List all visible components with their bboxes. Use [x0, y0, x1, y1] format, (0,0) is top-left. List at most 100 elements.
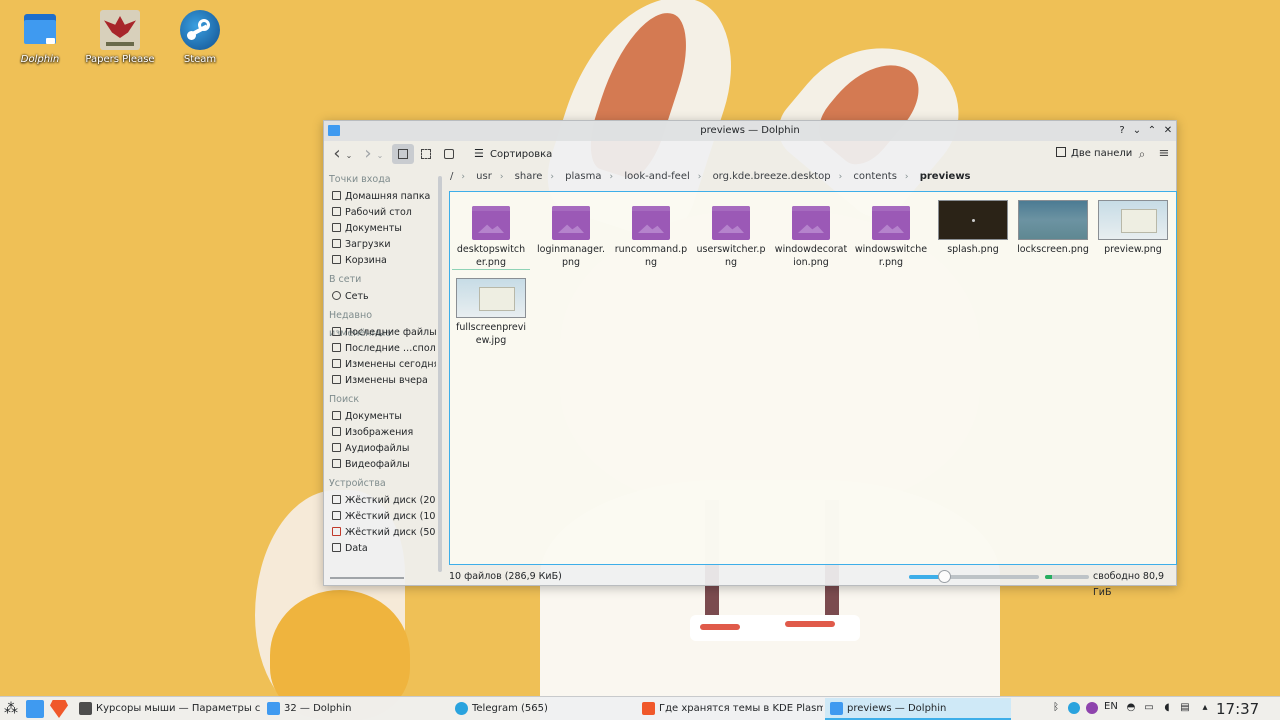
- chevron-down-icon[interactable]: ⌄: [375, 144, 385, 164]
- forward-button[interactable]: ›: [361, 144, 375, 164]
- chevron-right-icon: ›: [550, 172, 554, 182]
- sidebar-item-modified-today[interactable]: Изменены сегодня: [324, 357, 436, 373]
- breadcrumb-item[interactable]: org.kde.breeze.desktop: [713, 168, 831, 186]
- sidebar-item-disk-3[interactable]: Жёсткий диск (500,(: [324, 525, 436, 541]
- sidebar-item-data[interactable]: Data: [324, 541, 436, 557]
- split-view-icon: [1056, 147, 1066, 157]
- sidebar-item-trash[interactable]: Корзина: [324, 253, 436, 269]
- sidebar-item-label: Data: [345, 543, 368, 554]
- zoom-slider-handle[interactable]: [938, 570, 952, 583]
- split-view-button[interactable]: Две панели: [1056, 144, 1132, 164]
- task-brave[interactable]: Где хранятся темы в KDE Plasma …: [637, 698, 823, 720]
- desktop-preview-thumbnail: [456, 278, 526, 318]
- network-icon[interactable]: ◓: [1125, 702, 1137, 714]
- desktop-icon-dolphin[interactable]: Dolphin: [4, 10, 76, 65]
- shade-button[interactable]: ⌄: [1130, 124, 1144, 138]
- chevron-right-icon: ›: [499, 172, 504, 182]
- breadcrumb-item[interactable]: usr: [476, 168, 492, 186]
- file-item[interactable]: userswitcher.png: [692, 202, 770, 269]
- file-item[interactable]: windowdecoration.png: [772, 202, 850, 269]
- file-name: desktopswitcher.png: [452, 244, 530, 270]
- sidebar-item-desktop[interactable]: Рабочий стол: [324, 205, 436, 221]
- icons-view-button[interactable]: [392, 144, 414, 164]
- file-item[interactable]: loginmanager.png: [532, 202, 610, 269]
- sidebar-item-downloads[interactable]: Загрузки: [324, 237, 436, 253]
- file-name: lockscreen.png: [1017, 244, 1089, 255]
- task-settings[interactable]: Курсоры мыши — Параметры си…: [74, 698, 260, 720]
- sidebar-item-recent-locations[interactable]: Последние …споло:: [324, 341, 436, 357]
- help-button[interactable]: ?: [1115, 124, 1129, 138]
- back-button[interactable]: ‹: [330, 144, 344, 164]
- application-launcher[interactable]: ⁂: [2, 700, 20, 718]
- desktop-icon-steam[interactable]: Steam: [164, 10, 236, 65]
- sidebar-item-label: Последние …споло:: [345, 343, 436, 354]
- zoom-slider[interactable]: [909, 570, 1039, 583]
- breadcrumb-item[interactable]: look-and-feel: [624, 168, 689, 186]
- file-item[interactable]: desktopswitcher.png: [452, 202, 530, 270]
- volume-icon[interactable]: ◖: [1161, 702, 1173, 714]
- sidebar-item-label: Изменены сегодня: [345, 359, 436, 370]
- folder-icon[interactable]: [26, 700, 44, 718]
- sidebar-item-search-audio[interactable]: Аудиофайлы: [324, 441, 436, 457]
- status-bar: 10 файлов (286,9 КиБ) свободно 80,9 ГиБ: [449, 569, 1177, 598]
- sidebar-item-disk-1[interactable]: Жёсткий диск (200,(: [324, 493, 436, 509]
- task-dolphin-previews[interactable]: previews — Dolphin: [825, 698, 1011, 720]
- hamburger-menu-icon[interactable]: ≡: [1156, 144, 1172, 164]
- sidebar-scrollbar[interactable]: [438, 176, 442, 572]
- sidebar-item-search-documents[interactable]: Документы: [324, 409, 436, 425]
- sidebar-item-label: Сеть: [345, 291, 369, 302]
- task-dolphin-32[interactable]: 32 — Dolphin: [262, 698, 448, 720]
- sidebar-item-modified-yesterday[interactable]: Изменены вчера: [324, 373, 436, 389]
- sidebar-item-home[interactable]: Домашняя папка: [324, 189, 436, 205]
- close-button[interactable]: ✕: [1161, 124, 1175, 138]
- search-icon[interactable]: ⌕: [1134, 144, 1150, 164]
- bluetooth-icon[interactable]: ᛒ: [1050, 702, 1062, 714]
- sidebar-item-label: Последние файлы: [345, 327, 436, 338]
- clock[interactable]: 17:37: [1216, 698, 1259, 720]
- file-name: preview.png: [1104, 244, 1162, 255]
- details-view-button[interactable]: [439, 144, 459, 164]
- sort-label: Сортировка: [490, 149, 553, 160]
- task-telegram[interactable]: Telegram (565): [450, 698, 636, 720]
- device-notifier-icon[interactable]: ▤: [1179, 702, 1191, 714]
- sidebar-item-recent-files[interactable]: Последние файлы: [324, 325, 436, 341]
- chevron-down-icon[interactable]: ⌄: [344, 144, 354, 164]
- dolphin-window[interactable]: previews — Dolphin ? ⌄ ⌃ ✕ ‹ ⌄ › ⌄ ☰ Сорт…: [323, 120, 1177, 598]
- sidebar-item-network[interactable]: Сеть: [324, 289, 436, 305]
- chevron-right-icon: ›: [904, 172, 909, 182]
- file-item[interactable]: preview.png: [1094, 200, 1172, 257]
- breadcrumb-current[interactable]: previews: [920, 168, 971, 186]
- file-item[interactable]: fullscreenpreview.jpg: [452, 278, 530, 347]
- compact-view-button[interactable]: [416, 144, 436, 164]
- sidebar-section-title: Недавно изменённые: [329, 310, 392, 339]
- sidebar-item-label: Видеофайлы: [345, 459, 410, 470]
- sidebar-item-search-video[interactable]: Видеофайлы: [324, 457, 436, 473]
- desktop-icon-papers-please[interactable]: Papers Please: [84, 10, 156, 65]
- brave-icon[interactable]: [50, 700, 68, 718]
- breadcrumb-item[interactable]: contents: [853, 168, 897, 186]
- sidebar-item-documents[interactable]: Документы: [324, 221, 436, 237]
- toolbar: ‹ ⌄ › ⌄ ☰ Сортировка Две панели ⌕ ≡: [324, 141, 1176, 167]
- breadcrumb-item[interactable]: /: [450, 168, 453, 186]
- sidebar-item-search-images[interactable]: Изображения: [324, 425, 436, 441]
- file-item[interactable]: splash.png: [934, 200, 1012, 257]
- sort-button[interactable]: ☰ Сортировка: [474, 144, 552, 164]
- app-tray-icon[interactable]: [1086, 702, 1098, 714]
- list-view-icon: [421, 149, 431, 159]
- file-item[interactable]: lockscreen.png: [1014, 200, 1092, 257]
- window-titlebar[interactable]: previews — Dolphin ? ⌄ ⌃ ✕: [324, 121, 1176, 141]
- telegram-tray-icon[interactable]: [1068, 702, 1080, 714]
- clipboard-icon[interactable]: ▭: [1143, 702, 1155, 714]
- keyboard-layout[interactable]: EN: [1104, 701, 1118, 712]
- papers-please-icon: [100, 10, 140, 50]
- chevron-right-icon: ›: [838, 172, 843, 182]
- desktop-icon-label: Papers Please: [85, 54, 155, 65]
- file-item[interactable]: windowswitcher.png: [852, 202, 930, 269]
- breadcrumb-item[interactable]: share: [515, 168, 543, 186]
- sidebar-item-disk-2[interactable]: Жёсткий диск (100,(: [324, 509, 436, 525]
- file-item[interactable]: runcommand.png: [612, 202, 690, 269]
- breadcrumb-item[interactable]: plasma: [565, 168, 601, 186]
- maximize-button[interactable]: ⌃: [1145, 124, 1159, 138]
- file-view[interactable]: desktopswitcher.png loginmanager.png run…: [449, 191, 1177, 565]
- chevron-up-icon[interactable]: ▴: [1199, 702, 1211, 714]
